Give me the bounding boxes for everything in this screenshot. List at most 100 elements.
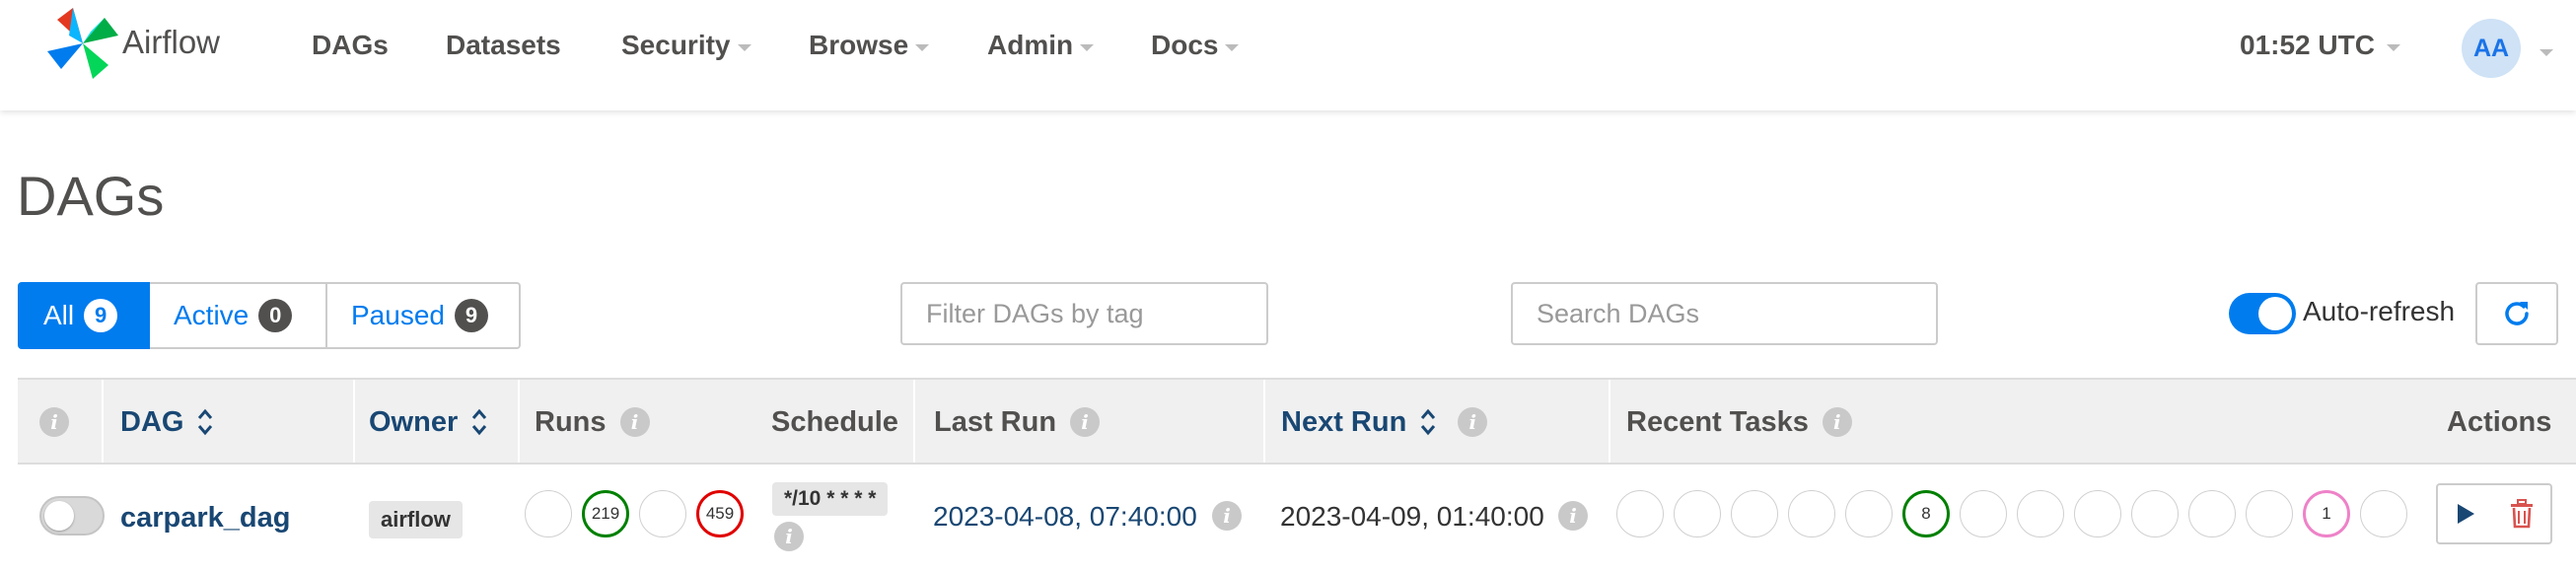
dags-table-header: i DAG Owner Runs i Schedule Last Run i N…	[18, 378, 2576, 465]
trash-icon	[2511, 499, 2533, 529]
search-dags-input[interactable]: Search DAGs	[1511, 282, 1938, 345]
header-runs: Runs i	[535, 380, 650, 465]
info-icon[interactable]: i	[1070, 407, 1101, 437]
nav-dags-label: DAGs	[312, 30, 389, 60]
nav-dags[interactable]: DAGs	[312, 30, 389, 61]
brand-name[interactable]: Airflow	[122, 24, 220, 61]
header-owner[interactable]: Owner	[369, 380, 487, 465]
next-run-value: 2023-04-09, 01:40:00	[1280, 501, 1544, 532]
dag-pause-toggle[interactable]	[39, 496, 105, 536]
caret-down-icon	[915, 43, 930, 51]
info-icon[interactable]: i	[39, 407, 69, 437]
clock-dropdown[interactable]: 01:52 UTC	[2240, 30, 2400, 61]
column-divider	[1263, 380, 1265, 465]
last-run-link[interactable]: 2023-04-08, 07:40:00	[933, 501, 1197, 533]
task-state-circle[interactable]	[2246, 490, 2293, 537]
refresh-button[interactable]	[2475, 282, 2558, 345]
last-run-info-icon[interactable]: i	[1212, 501, 1242, 531]
task-success-circle[interactable]: 8	[1902, 490, 1950, 537]
header-info: i	[39, 380, 69, 465]
task-state-circle[interactable]	[2188, 490, 2236, 537]
filter-paused-button[interactable]: Paused 9	[327, 282, 521, 349]
header-dag[interactable]: DAG	[120, 380, 213, 465]
filter-paused-count: 9	[454, 299, 488, 332]
user-initials: AA	[2472, 34, 2510, 62]
filter-active-count: 0	[258, 299, 293, 332]
caret-down-icon	[737, 43, 751, 51]
filter-all-label: All	[43, 300, 75, 330]
task-state-circle[interactable]	[2131, 490, 2179, 537]
search-placeholder: Search DAGs	[1537, 298, 1700, 328]
column-divider	[353, 380, 355, 465]
toggle-knob	[44, 501, 74, 531]
nav-browse[interactable]: Browse	[809, 30, 930, 61]
nav-admin[interactable]: Admin	[987, 30, 1095, 61]
dag-run-success-circle[interactable]: 219	[582, 490, 629, 537]
page-title: DAGs	[17, 165, 165, 227]
schedule-tag[interactable]: */10 * * * *	[772, 482, 889, 516]
status-filter-group: All 9 Active 0 Paused 9	[18, 282, 521, 349]
airflow-logo-icon[interactable]	[45, 6, 119, 80]
header-recent-tasks: Recent Tasks i	[1626, 380, 1852, 465]
caret-down-icon	[1225, 43, 1240, 51]
dag-run-queued-circle[interactable]	[525, 490, 572, 537]
nav-datasets[interactable]: Datasets	[446, 30, 561, 61]
filter-active-button[interactable]: Active 0	[150, 282, 327, 349]
user-avatar[interactable]: AA	[2462, 19, 2521, 78]
table-row: carpark_dag airflow 219 459 */10 * * * *…	[18, 463, 2576, 572]
task-state-circle[interactable]	[1616, 490, 1664, 537]
nav-browse-label: Browse	[809, 30, 909, 60]
tag-filter-input[interactable]: Filter DAGs by tag	[900, 282, 1268, 345]
task-state-circle[interactable]	[2074, 490, 2121, 537]
header-actions: Actions	[2447, 380, 2551, 465]
task-state-circle[interactable]	[1845, 490, 1893, 537]
owner-tag[interactable]: airflow	[369, 501, 463, 538]
task-state-circle[interactable]	[1731, 490, 1778, 537]
dag-run-failed-circle[interactable]: 459	[696, 490, 744, 537]
nav-security-label: Security	[621, 30, 731, 60]
caret-down-icon	[1080, 43, 1095, 51]
trigger-dag-button[interactable]	[2436, 483, 2495, 544]
filter-all-button[interactable]: All 9	[18, 282, 150, 349]
filter-all-count: 9	[84, 299, 118, 332]
task-retry-circle[interactable]: 1	[2303, 490, 2350, 537]
nav-security[interactable]: Security	[621, 30, 751, 61]
header-runs-label: Runs	[535, 405, 607, 438]
info-icon[interactable]: i	[1822, 407, 1852, 437]
column-divider	[518, 380, 520, 465]
sort-icon	[198, 408, 213, 436]
task-state-circle[interactable]	[1960, 490, 2007, 537]
task-state-circle[interactable]	[2017, 490, 2064, 537]
dag-run-running-circle[interactable]	[639, 490, 686, 537]
user-menu-caret-icon[interactable]	[2540, 49, 2553, 56]
auto-refresh-toggle[interactable]	[2229, 293, 2296, 334]
header-schedule: Schedule	[771, 380, 898, 465]
header-next-run[interactable]: Next Run i	[1281, 380, 1488, 465]
task-state-circle[interactable]	[2360, 490, 2407, 537]
filter-paused-label: Paused	[351, 300, 445, 330]
schedule-info-icon[interactable]: i	[774, 522, 804, 551]
header-recent-tasks-label: Recent Tasks	[1626, 405, 1809, 438]
header-schedule-label: Schedule	[771, 405, 898, 438]
info-icon[interactable]: i	[1458, 407, 1488, 437]
tag-filter-placeholder: Filter DAGs by tag	[926, 298, 1144, 328]
header-last-run-label: Last Run	[934, 405, 1057, 438]
task-state-circle[interactable]	[1788, 490, 1835, 537]
caret-down-icon	[2386, 43, 2400, 51]
nav-datasets-label: Datasets	[446, 30, 561, 60]
column-divider	[913, 380, 915, 465]
toggle-knob	[2258, 297, 2292, 330]
auto-refresh-label: Auto-refresh	[2303, 296, 2456, 326]
nav-admin-label: Admin	[987, 30, 1074, 60]
play-icon	[2458, 504, 2474, 524]
task-state-circle[interactable]	[1674, 490, 1721, 537]
dag-id-link[interactable]: carpark_dag	[120, 502, 291, 535]
next-run-info-icon[interactable]: i	[1558, 501, 1588, 531]
header-next-run-label: Next Run	[1281, 405, 1407, 438]
column-divider	[1609, 380, 1610, 465]
delete-dag-button[interactable]	[2493, 483, 2552, 544]
column-divider	[102, 380, 104, 465]
header-owner-label: Owner	[369, 405, 459, 438]
nav-docs[interactable]: Docs	[1151, 30, 1240, 61]
info-icon[interactable]: i	[619, 407, 650, 437]
